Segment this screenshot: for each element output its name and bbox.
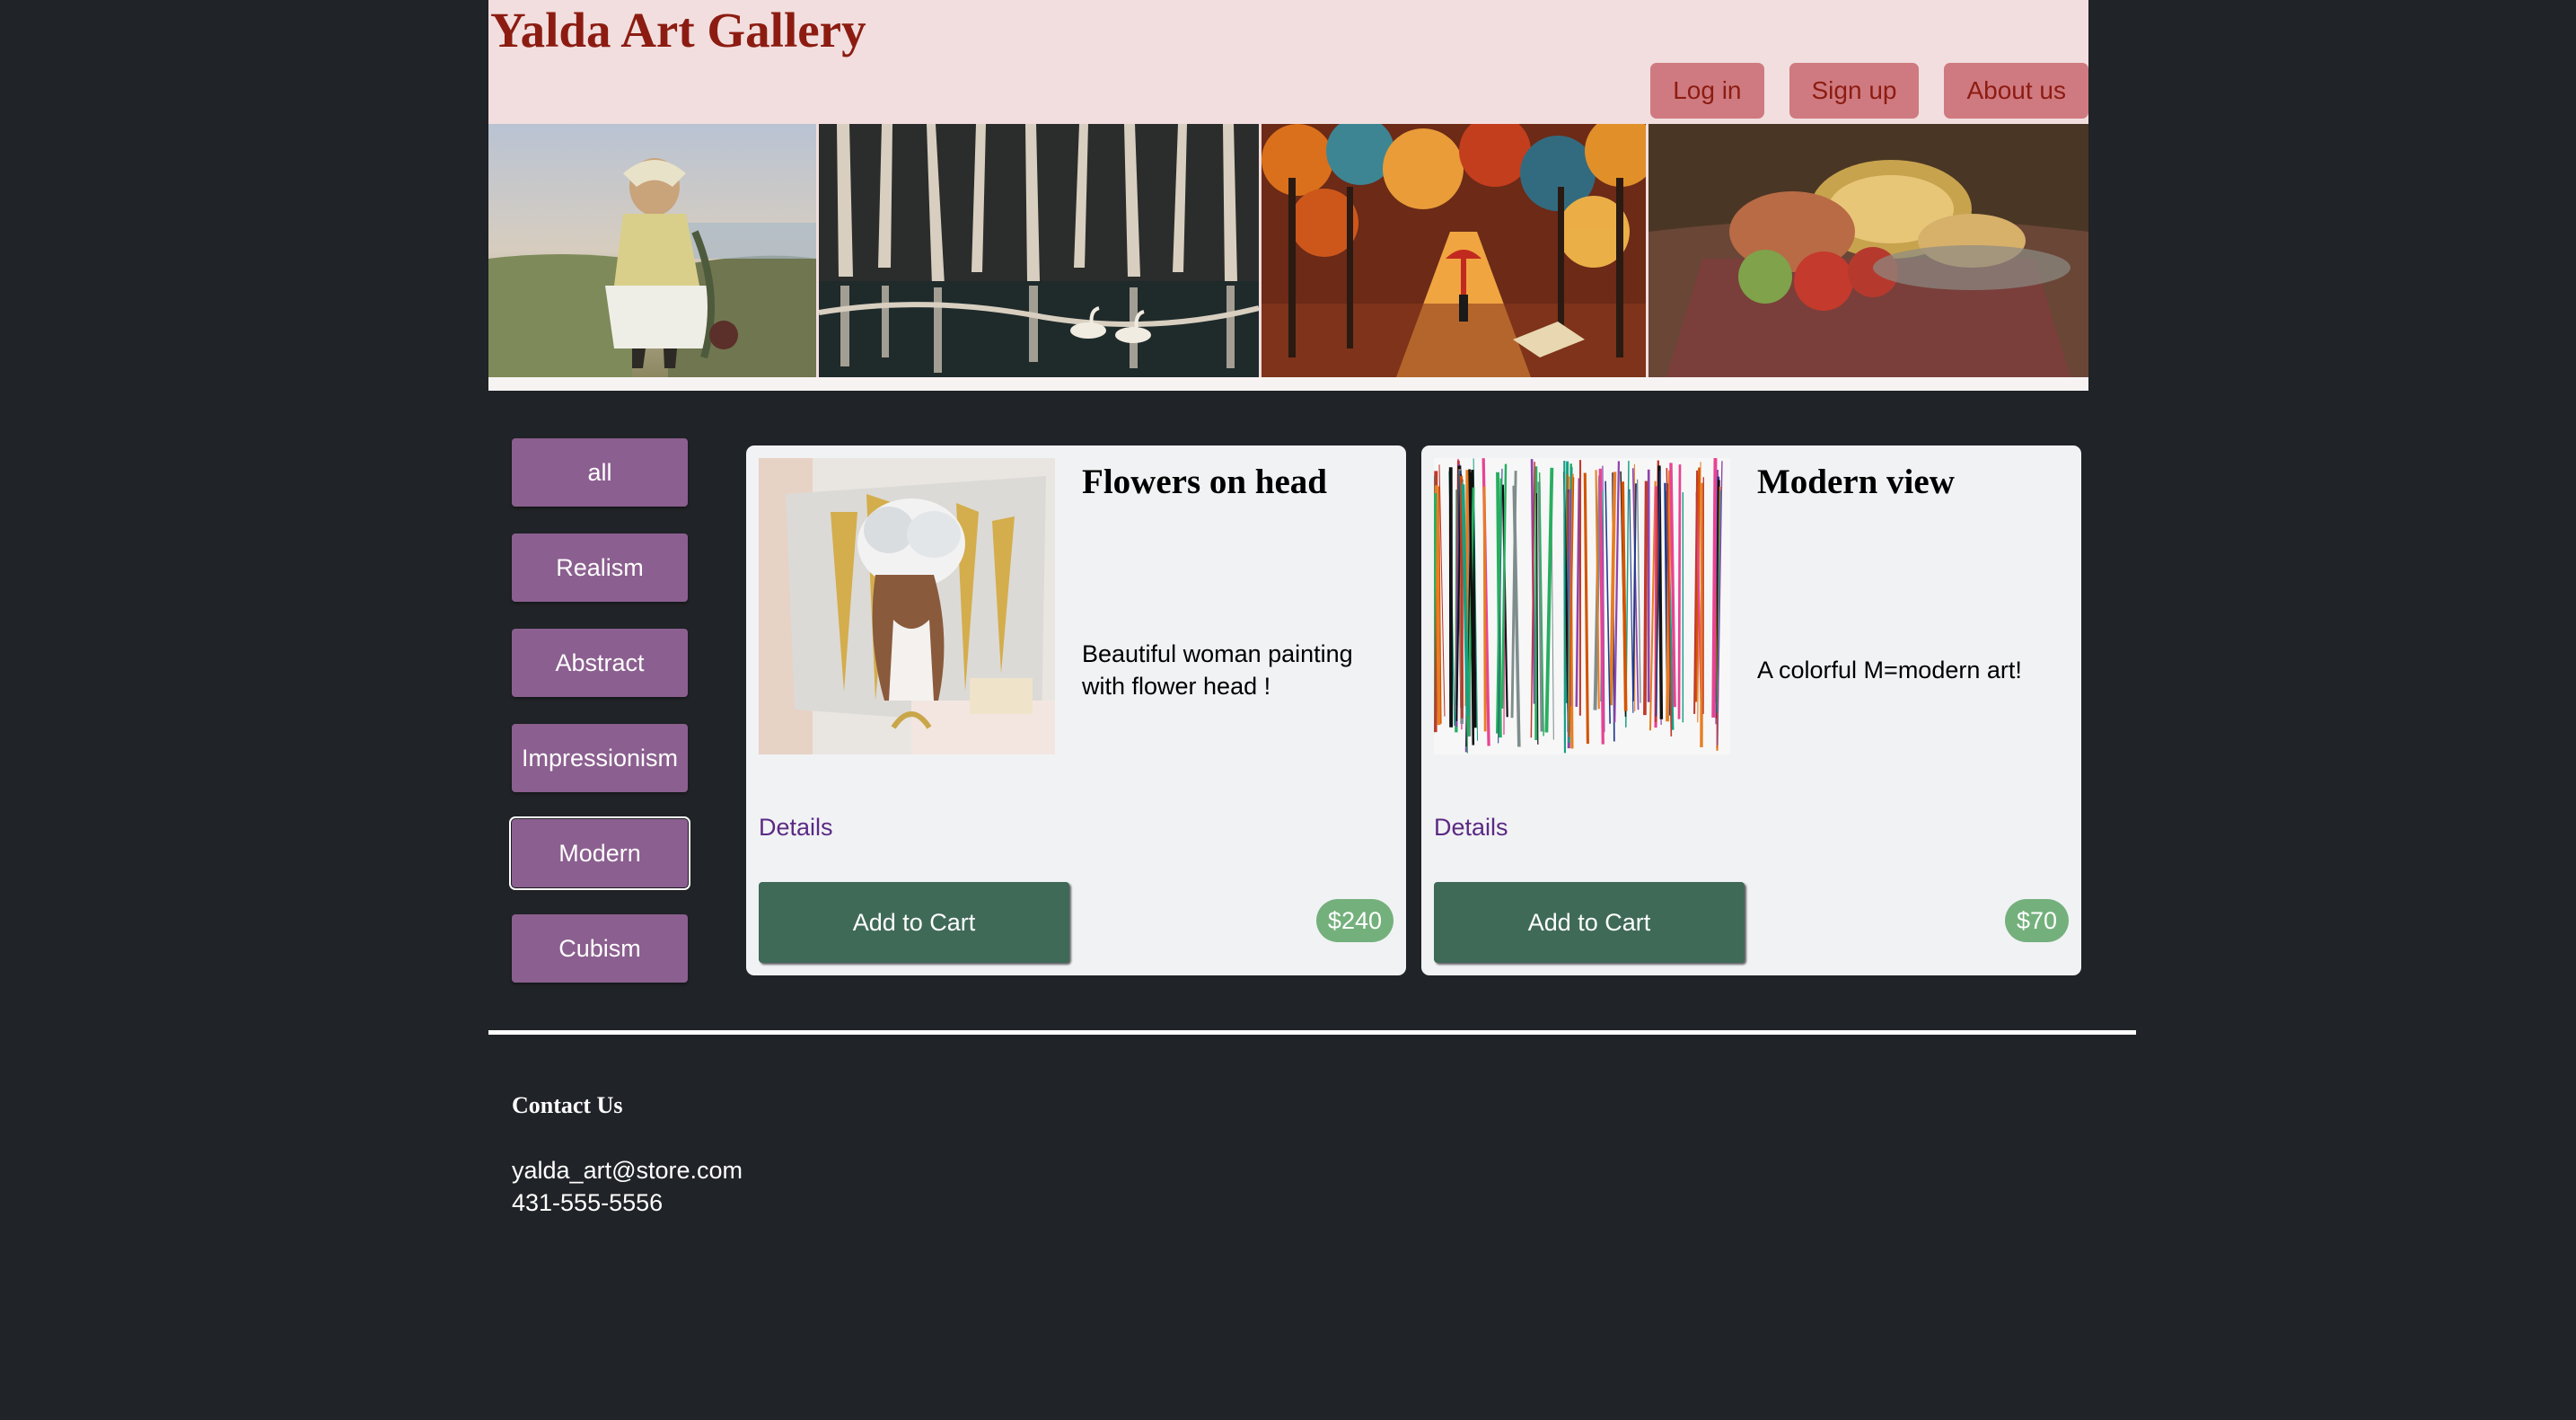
colorful-drip-lines-painting[interactable]	[1434, 458, 1730, 754]
signup-button[interactable]: Sign up	[1789, 63, 1920, 119]
filter-cubism-button[interactable]: Cubism	[512, 914, 688, 983]
site-header: Yalda Art Gallery Log in Sign up About u…	[488, 0, 2088, 391]
about-us-button[interactable]: About us	[1944, 63, 2088, 119]
top-nav: Log in Sign up About us	[1650, 63, 2088, 119]
woman-by-sea-painting	[488, 124, 816, 377]
filter-modern-button[interactable]: Modern	[509, 816, 690, 890]
product-card: Modern view A colorful M=modern art! Det…	[1421, 445, 2081, 975]
filter-impressionism-button[interactable]: Impressionism	[512, 724, 688, 792]
details-link[interactable]: Details	[759, 814, 833, 842]
contact-title: Contact Us	[512, 1092, 623, 1118]
category-filter-list: all Realism Abstract Impressionism Moder…	[509, 438, 690, 1010]
add-to-cart-button[interactable]: Add to Cart	[1434, 882, 1745, 963]
contact-email: yalda_art@store.com	[512, 1157, 743, 1184]
contact-phone: 431-555-5556	[512, 1189, 664, 1216]
filter-all-button[interactable]: all	[512, 438, 688, 507]
banner-strip	[488, 377, 2088, 391]
banner-collage	[488, 124, 2088, 377]
filter-abstract-button[interactable]: Abstract	[512, 629, 688, 697]
filter-realism-button[interactable]: Realism	[512, 534, 688, 602]
price-badge: $70	[2004, 899, 2069, 942]
details-link[interactable]: Details	[1434, 814, 1508, 842]
woman-flower-head-painting[interactable]	[759, 458, 1055, 754]
fruit-still-life-painting	[1646, 124, 2088, 377]
product-description: Beautiful woman painting with flower hea…	[1082, 640, 1353, 700]
footer-divider	[488, 1030, 2136, 1035]
site-title: Yalda Art Gallery	[490, 3, 866, 57]
add-to-cart-button[interactable]: Add to Cart	[759, 882, 1069, 963]
product-card: Flowers on head Beautiful woman painting…	[746, 445, 1406, 975]
price-badge: $240	[1315, 899, 1394, 942]
product-title: Flowers on head	[1082, 463, 1327, 501]
rainy-autumn-street-painting	[1259, 124, 1646, 377]
login-button[interactable]: Log in	[1650, 63, 1764, 119]
product-description: A colorful M=modern art!	[1757, 657, 2022, 684]
product-title: Modern view	[1757, 463, 1955, 501]
birch-forest-swans-painting	[816, 124, 1259, 377]
